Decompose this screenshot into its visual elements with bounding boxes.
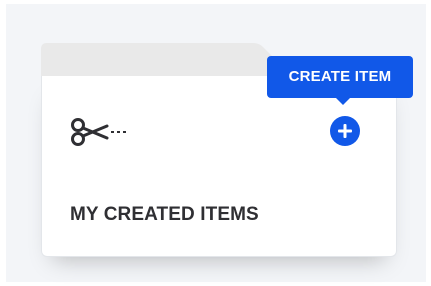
folder-label: MY CREATED ITEMS (70, 204, 259, 225)
create-item-tooltip: CREATE ITEM (267, 56, 413, 98)
tooltip-arrow (335, 97, 351, 105)
create-item-button[interactable] (330, 116, 360, 146)
plus-icon (338, 124, 352, 138)
scissors-icon (71, 118, 129, 146)
